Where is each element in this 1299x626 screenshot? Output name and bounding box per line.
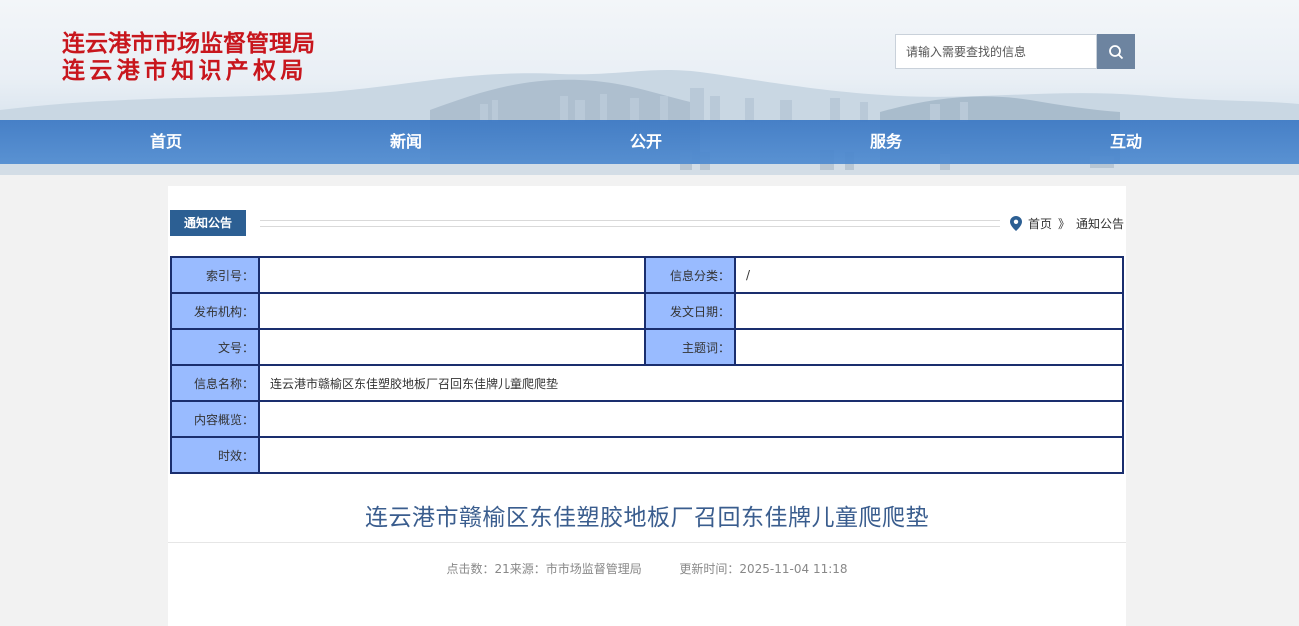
search-button[interactable] bbox=[1097, 34, 1135, 69]
table-row: 时效： bbox=[171, 437, 1123, 473]
index-value bbox=[259, 257, 645, 293]
breadcrumb: 首页 》 通知公告 bbox=[1009, 213, 1124, 233]
site-title[interactable]: 连云港市市场监督管理局 连云港市知识产权局 bbox=[62, 30, 315, 84]
date-label: 发文日期： bbox=[645, 293, 735, 329]
table-row: 文号： 主题词： bbox=[171, 329, 1123, 365]
title-divider bbox=[168, 542, 1126, 543]
site-title-line2: 连云港市知识产权局 bbox=[62, 57, 308, 84]
keywords-value bbox=[735, 329, 1123, 365]
section-tag: 通知公告 bbox=[170, 210, 246, 236]
search-input[interactable] bbox=[895, 34, 1097, 69]
summary-label: 内容概览： bbox=[171, 401, 259, 437]
table-row: 索引号： 信息分类： / bbox=[171, 257, 1123, 293]
validity-label: 时效： bbox=[171, 437, 259, 473]
table-row: 内容概览： bbox=[171, 401, 1123, 437]
main-nav: 首页 新闻 公开 服务 互动 bbox=[0, 120, 1299, 164]
article-title: 连云港市赣榆区东佳塑胶地板厂召回东佳牌儿童爬爬垫 bbox=[365, 505, 929, 531]
nav-item-interaction[interactable]: 互动 bbox=[1066, 120, 1186, 164]
table-row: 信息名称： 连云港市赣榆区东佳塑胶地板厂召回东佳牌儿童爬爬垫 bbox=[171, 365, 1123, 401]
name-label: 信息名称： bbox=[171, 365, 259, 401]
info-metadata-table: 索引号： 信息分类： / 发布机构： 发文日期： 文号： 主题词： 信息名称： … bbox=[170, 256, 1124, 474]
publisher-label: 发布机构： bbox=[171, 293, 259, 329]
article-info: 点击数：21来源：市市场监督管理局 更新时间：2025-11-04 11:18 bbox=[168, 560, 1126, 577]
publisher-value bbox=[259, 293, 645, 329]
site-title-line1: 连云港市市场监督管理局 bbox=[62, 30, 315, 57]
nav-item-home[interactable]: 首页 bbox=[106, 120, 226, 164]
search-icon bbox=[1109, 44, 1124, 59]
nav-item-news[interactable]: 新闻 bbox=[346, 120, 466, 164]
docno-label: 文号： bbox=[171, 329, 259, 365]
breadcrumb-separator: 》 bbox=[1057, 216, 1070, 231]
content-card: 通知公告 首页 》 通知公告 索引号： 信息分类： / 发布机构： 发文日期： bbox=[168, 186, 1126, 626]
breadcrumb-current-link[interactable]: 通知公告 bbox=[1076, 215, 1124, 232]
nav-item-public[interactable]: 公开 bbox=[586, 120, 706, 164]
index-label: 索引号： bbox=[171, 257, 259, 293]
category-label: 信息分类： bbox=[645, 257, 735, 293]
category-value: / bbox=[735, 257, 1123, 293]
section-divider bbox=[260, 220, 1000, 227]
validity-value bbox=[259, 437, 1123, 473]
breadcrumb-home-link[interactable]: 首页 bbox=[1028, 215, 1052, 232]
article-update-time: 更新时间：2025-11-04 11:18 bbox=[679, 562, 848, 576]
nav-item-service[interactable]: 服务 bbox=[826, 120, 946, 164]
summary-value bbox=[259, 401, 1123, 437]
name-value: 连云港市赣榆区东佳塑胶地板厂召回东佳牌儿童爬爬垫 bbox=[259, 365, 1123, 401]
table-row: 发布机构： 发文日期： bbox=[171, 293, 1123, 329]
location-pin-icon bbox=[1009, 215, 1022, 231]
date-value bbox=[735, 293, 1123, 329]
search-box bbox=[895, 34, 1135, 69]
article-source-info: 点击数：21来源：市市场监督管理局 bbox=[446, 562, 642, 576]
docno-value bbox=[259, 329, 645, 365]
keywords-label: 主题词： bbox=[645, 329, 735, 365]
